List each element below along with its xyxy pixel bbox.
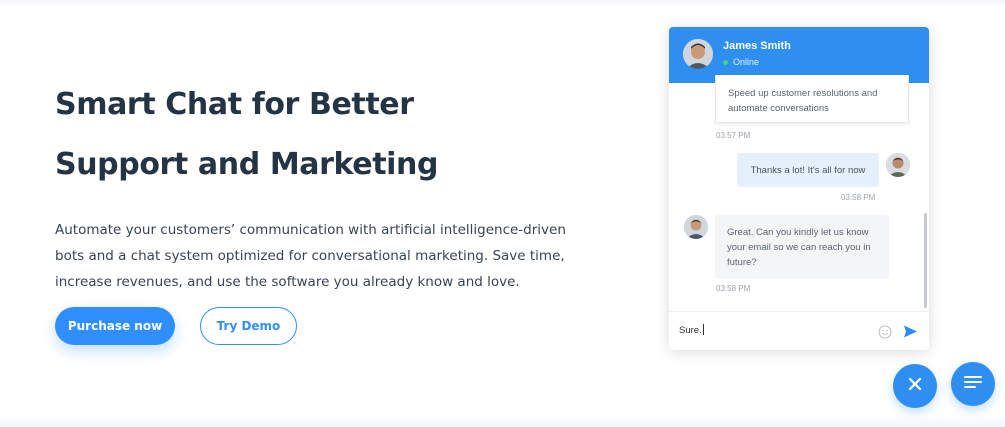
agent-avatar — [684, 215, 708, 239]
hero-description: Automate your customers’ communication w… — [55, 222, 566, 290]
chat-widget: James Smith Online Speed up customer res… — [669, 27, 929, 350]
hero-title: Smart Chat for Better Support and Market… — [55, 86, 575, 206]
close-icon — [908, 377, 922, 396]
chat-menu-button[interactable] — [951, 362, 995, 406]
agent-status-label: Online — [733, 57, 760, 67]
menu-icon — [964, 375, 982, 394]
agent-name: James Smith — [723, 40, 791, 52]
bottom-strip — [0, 415, 1005, 427]
purchase-now-button[interactable]: Purchase now — [55, 307, 175, 345]
chat-message-input[interactable]: Sure. — [679, 324, 704, 336]
try-demo-button[interactable]: Try Demo — [200, 307, 297, 345]
text-caret — [702, 324, 704, 335]
online-dot-icon — [723, 59, 728, 65]
chat-input-value: Sure. — [679, 325, 702, 336]
chat-messages[interactable]: Speed up customer resolutions and automa… — [669, 75, 929, 311]
message-agent-2: Great. Can you kindly let us know your e… — [715, 215, 889, 279]
chat-footer: Sure. — [669, 311, 929, 350]
user-avatar — [886, 153, 910, 177]
agent-avatar-header — [683, 39, 713, 69]
message-user-1: Thanks a lot! It's all for now — [737, 153, 879, 187]
hero-title-line1: Smart Chat for Better — [55, 87, 414, 122]
hero-section: Smart Chat for Better Support and Market… — [55, 86, 575, 295]
emoji-icon[interactable] — [878, 325, 892, 339]
top-strip — [0, 0, 1005, 8]
send-icon[interactable] — [903, 324, 918, 339]
close-chat-button[interactable] — [893, 364, 937, 408]
message-agent-1: Speed up customer resolutions and automa… — [715, 75, 909, 123]
message-time-1: 03:57 PM — [716, 131, 751, 140]
agent-status: Online — [723, 57, 759, 67]
message-time-2: 03:58 PM — [841, 193, 876, 202]
message-time-3: 03:58 PM — [716, 284, 751, 293]
hero-title-line2: Support and Marketing — [55, 147, 439, 182]
chat-scrollbar[interactable] — [924, 213, 927, 308]
landing-page: Smart Chat for Better Support and Market… — [0, 0, 1005, 427]
cta-buttons: Purchase now Try Demo — [55, 307, 297, 345]
